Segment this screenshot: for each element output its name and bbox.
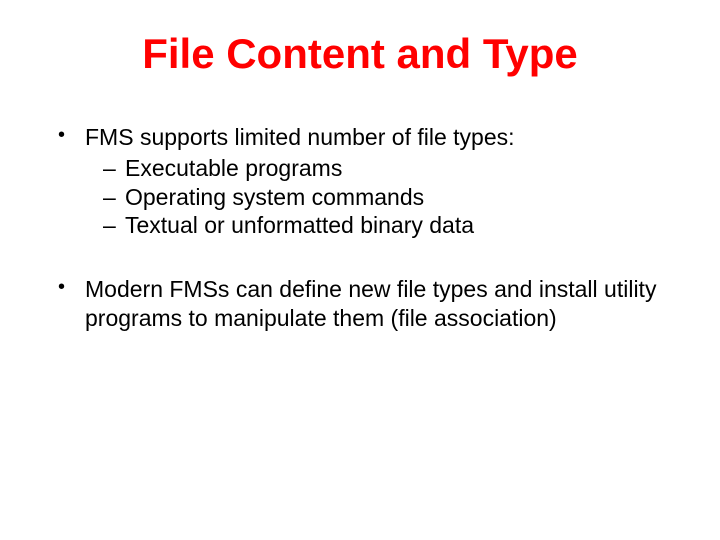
list-item: Operating system commands	[85, 183, 670, 212]
list-item: Textual or unformatted binary data	[85, 211, 670, 240]
bullet-list: FMS supports limited number of file type…	[50, 123, 670, 333]
list-item: FMS supports limited number of file type…	[50, 123, 670, 240]
list-item: Executable programs	[85, 154, 670, 183]
sub-bullet-list: Executable programs Operating system com…	[85, 154, 670, 240]
bullet-text: FMS supports limited number of file type…	[85, 124, 515, 150]
list-item: Modern FMSs can define new file types an…	[50, 275, 670, 333]
slide-title: File Content and Type	[50, 30, 670, 78]
bullet-text: Modern FMSs can define new file types an…	[85, 276, 656, 331]
